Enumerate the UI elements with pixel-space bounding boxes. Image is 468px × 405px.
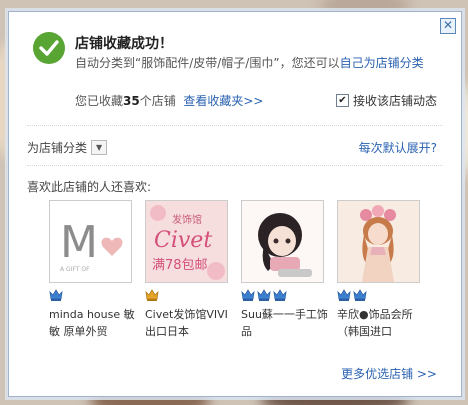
favorite-success-dialog: ✕ 店铺收藏成功！ 自动分类到“服饰配件/皮带/帽子/围巾”，您还可以自己为店铺…	[8, 11, 462, 397]
category-selector[interactable]: 为店铺分类 ▼	[27, 139, 108, 156]
count-prefix: 您已收藏	[75, 94, 124, 108]
shop-thumbnail[interactable]	[241, 200, 324, 283]
chevron-down-icon[interactable]: ▼	[91, 140, 108, 155]
default-expand-link[interactable]: 每次默认展开?	[359, 139, 437, 156]
category-description-text: 自动分类到“服饰配件/皮带/帽子/围巾”，您还可以	[75, 56, 340, 70]
shop-thumbnail[interactable]: M A GIFT OF	[49, 200, 132, 283]
blue-crown-icon	[49, 289, 63, 301]
shop-rank-badges	[241, 288, 324, 302]
shop-card[interactable]: 辛欣●饰品会所（韩国进口	[337, 200, 420, 340]
gold-crown-icon	[145, 289, 159, 301]
checkmark-success-icon	[33, 32, 65, 64]
blue-crown-icon	[241, 289, 255, 301]
category-description: 自动分类到“服饰配件/皮带/帽子/围巾”，您还可以自己为店铺分类	[75, 54, 445, 72]
subscribe-label: 接收该店铺动态	[352, 94, 437, 108]
dialog-title: 店铺收藏成功！	[75, 36, 173, 52]
count-suffix: 个店铺	[139, 94, 176, 108]
view-favorites-link[interactable]: 查看收藏夹>>	[183, 94, 263, 108]
thumb-subtext: A GIFT OF	[60, 266, 90, 273]
divider	[27, 125, 443, 126]
subscribe-toggle[interactable]: ✔ 接收该店铺动态	[335, 92, 437, 109]
blue-crown-icon	[273, 289, 287, 301]
shop-thumbnail[interactable]: 发饰馆 Civet 满78包邮	[145, 200, 228, 283]
recommend-heading: 喜欢此店铺的人还喜欢:	[27, 180, 152, 194]
thumb-letter: M	[60, 217, 98, 268]
shop-card[interactable]: Suu蘇一一手工饰品	[241, 200, 328, 340]
shop-name[interactable]: 辛欣●饰品会所（韩国进口	[337, 306, 425, 340]
subscribe-checkbox[interactable]: ✔	[335, 94, 349, 107]
thumb-bottom-text: 满78包邮	[152, 258, 208, 273]
recommended-shops: M A GIFT OF minda house 敏敏 原单外贸 发饰馆 Cive…	[49, 200, 420, 340]
custom-category-link[interactable]: 自己为店铺分类	[340, 56, 424, 70]
shop-card[interactable]: M A GIFT OF minda house 敏敏 原单外贸	[49, 200, 135, 340]
thumb-top-text: 发饰馆	[172, 213, 202, 226]
more-shops-link[interactable]: 更多优选店铺 >>	[341, 365, 437, 382]
shop-rank-badges	[145, 288, 228, 302]
shop-rank-badges	[337, 288, 420, 302]
blue-crown-icon	[337, 289, 351, 301]
blue-crown-icon	[353, 289, 367, 301]
shop-name[interactable]: Suu蘇一一手工饰品	[241, 306, 329, 340]
shop-name[interactable]: Civet发饰馆VIVI出口日本	[145, 306, 233, 340]
category-label: 为店铺分类	[27, 141, 88, 155]
shop-card[interactable]: 发饰馆 Civet 满78包邮 Civet发饰馆VIVI出口日本	[145, 200, 228, 340]
favorites-count: 35	[123, 94, 140, 108]
blue-crown-icon	[257, 289, 271, 301]
divider	[27, 165, 443, 166]
favorites-count-line: 您已收藏35个店铺 查看收藏夹>>	[75, 92, 264, 109]
thumb-logo-text: Civet	[154, 228, 212, 253]
shop-name[interactable]: minda house 敏敏 原单外贸	[49, 306, 137, 340]
close-icon[interactable]: ✕	[440, 18, 456, 34]
shop-thumbnail[interactable]	[337, 200, 420, 283]
shop-rank-badges	[49, 288, 132, 302]
